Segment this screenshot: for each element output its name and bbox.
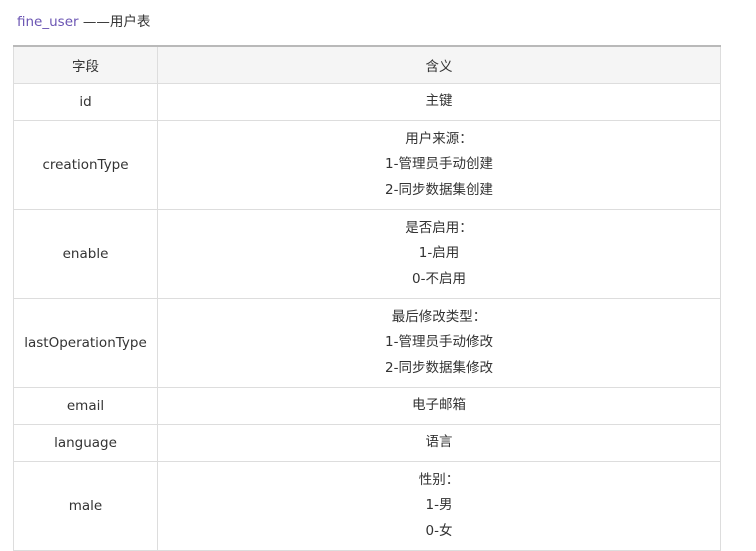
table-header-row: 字段 含义 xyxy=(13,45,721,84)
meaning-line: 最后修改类型： xyxy=(391,308,487,325)
field-cell: language xyxy=(13,424,158,462)
table-row: enable 是否启用： 1-启用 0-不启用 xyxy=(13,209,721,299)
field-cell: id xyxy=(13,83,158,121)
meaning-line: 0-女 xyxy=(425,522,453,539)
header-meaning: 含义 xyxy=(157,45,721,84)
meaning-line: 1-启用 xyxy=(418,245,460,262)
meaning-line: 1-管理员手动创建 xyxy=(385,156,493,173)
field-cell: creationType xyxy=(13,120,158,210)
meaning-cell: 最后修改类型： 1-管理员手动修改 2-同步数据集修改 xyxy=(157,298,721,388)
table-row: creationType 用户来源： 1-管理员手动创建 2-同步数据集创建 xyxy=(13,120,721,210)
meaning-line: 1-管理员手动修改 xyxy=(385,334,493,351)
header-field: 字段 xyxy=(13,45,158,84)
meaning-cell: 是否启用： 1-启用 0-不启用 xyxy=(157,209,721,299)
meaning-line: 语言 xyxy=(425,434,453,451)
table-title: fine_user ——用户表 xyxy=(17,12,150,32)
meaning-line: 1-男 xyxy=(425,497,453,514)
field-table: 字段 含义 id 主键 creationType 用户来源： 1-管理员手动创建… xyxy=(13,45,721,551)
meaning-cell: 电子邮箱 xyxy=(157,387,721,425)
meaning-line: 2-同步数据集修改 xyxy=(385,359,493,376)
meaning-line: 用户来源： xyxy=(405,130,473,147)
field-cell: lastOperationType xyxy=(13,298,158,388)
field-cell: email xyxy=(13,387,158,425)
table-row: email 电子邮箱 xyxy=(13,387,721,425)
meaning-line: 性别： xyxy=(418,471,460,488)
meaning-line: 是否启用： xyxy=(405,219,473,236)
meaning-cell: 性别： 1-男 0-女 xyxy=(157,461,721,551)
meaning-cell: 用户来源： 1-管理员手动创建 2-同步数据集创建 xyxy=(157,120,721,210)
table-row: male 性别： 1-男 0-女 xyxy=(13,461,721,551)
table-row: lastOperationType 最后修改类型： 1-管理员手动修改 2-同步… xyxy=(13,298,721,388)
meaning-line: 2-同步数据集创建 xyxy=(385,181,493,198)
meaning-line: 0-不启用 xyxy=(412,270,466,287)
field-cell: enable xyxy=(13,209,158,299)
meaning-cell: 主键 xyxy=(157,83,721,121)
meaning-line: 主键 xyxy=(425,93,453,110)
table-name: fine_user xyxy=(17,14,79,30)
meaning-line: 电子邮箱 xyxy=(412,397,466,414)
table-row: language 语言 xyxy=(13,424,721,462)
meaning-cell: 语言 xyxy=(157,424,721,462)
table-row: id 主键 xyxy=(13,83,721,121)
table-description: ——用户表 xyxy=(78,14,151,30)
field-cell: male xyxy=(13,461,158,551)
